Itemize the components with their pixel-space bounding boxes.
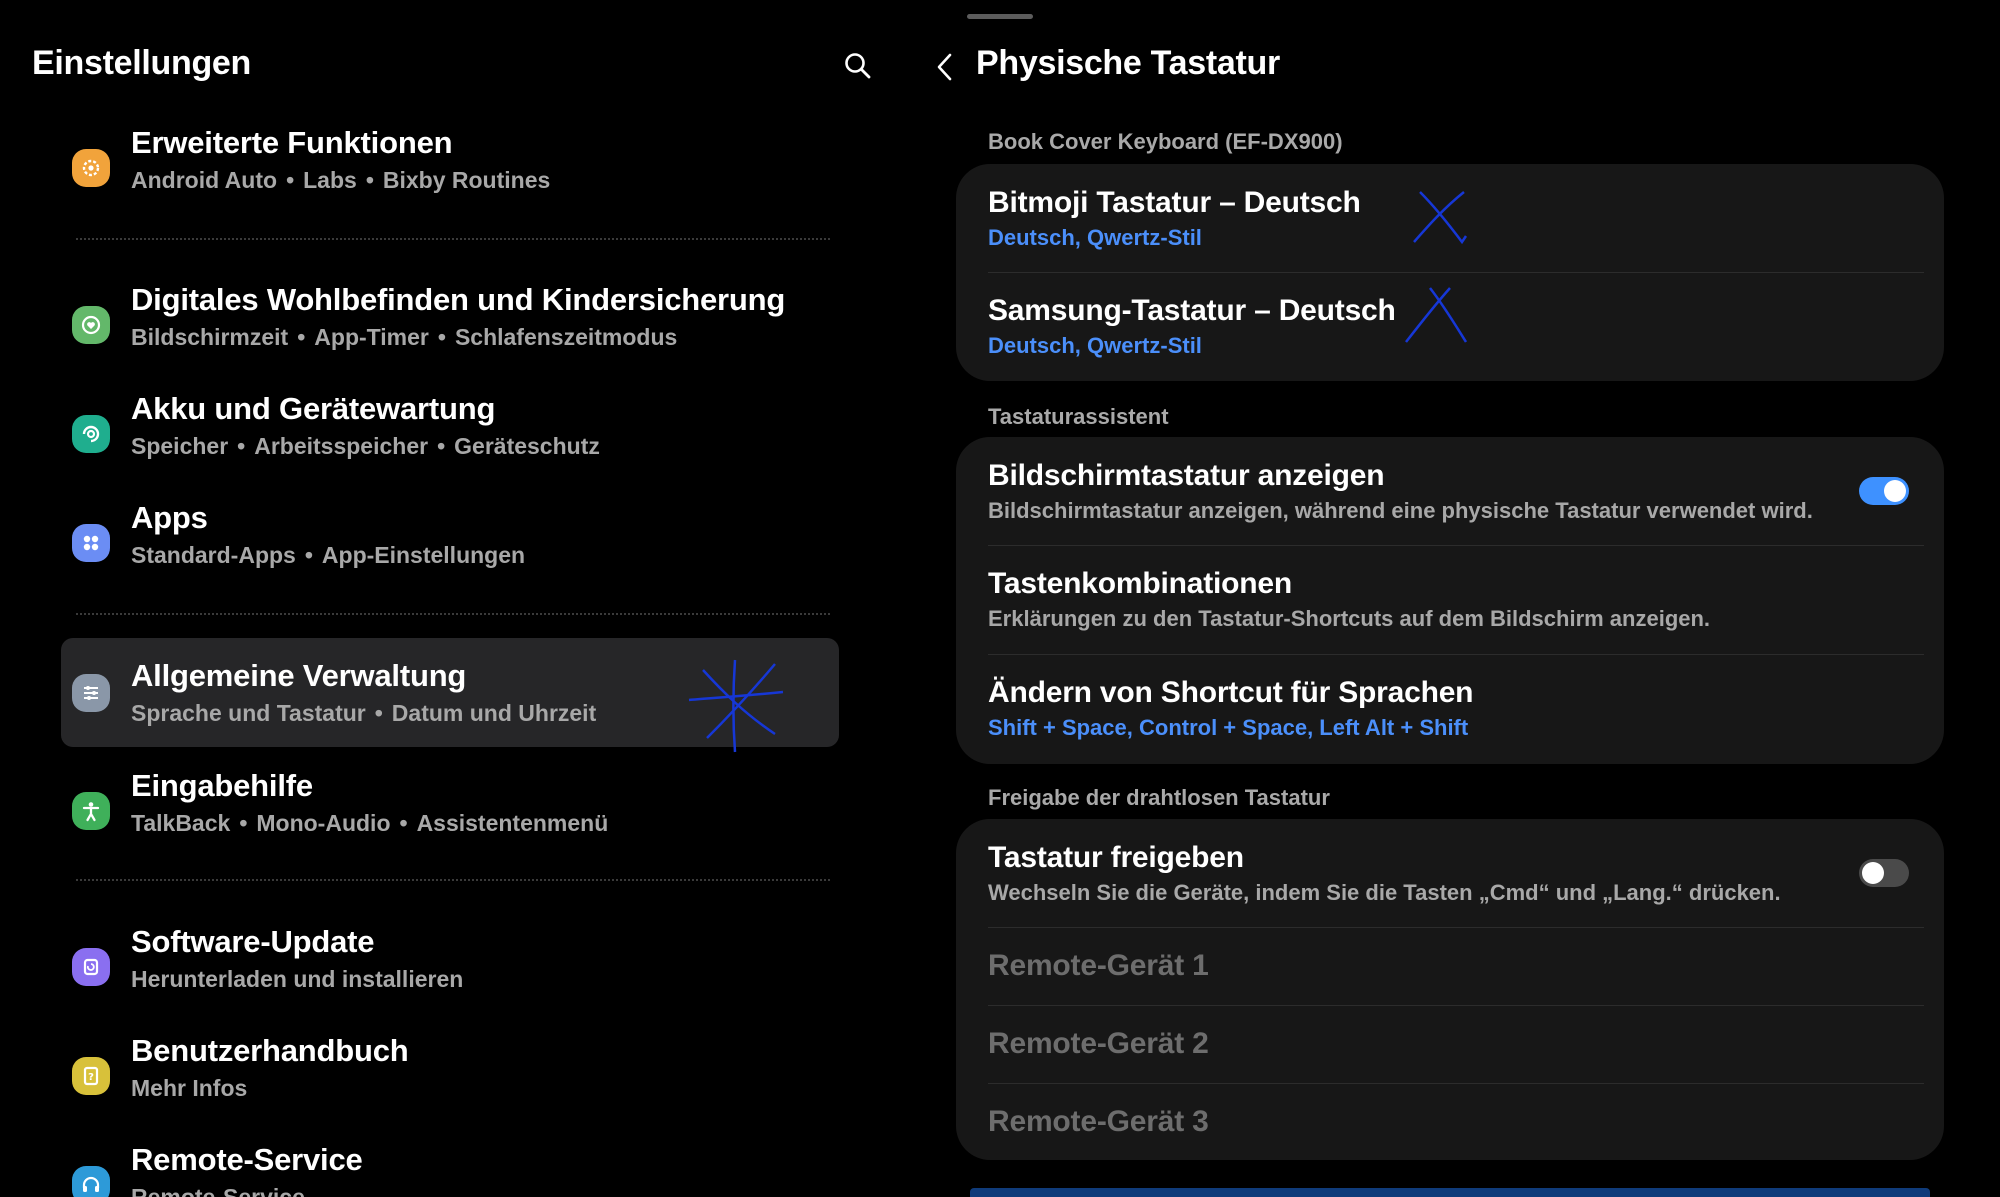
settings-item-digitales-wohlbefinden[interactable]: Digitales Wohlbefinden und Kindersicheru… (60, 272, 838, 376)
item-subtitle: Mehr Infos (131, 1075, 248, 1101)
row-title: Ändern von Shortcut für Sprachen (988, 676, 1474, 709)
item-subtitle: TalkBack • Mono-Audio • Assistentenmenü (131, 810, 609, 836)
item-title: Allgemeine Verwaltung (131, 658, 467, 693)
settings-item-erweiterte-funktionen[interactable]: Erweiterte Funktionen Android Auto • Labs •… (60, 115, 838, 219)
settings-item-eingabehilfe[interactable]: Eingabehilfe TalkBack • Mono-Audio • Assiste… (60, 758, 838, 862)
detail-page-title: Physische Tastatur (976, 44, 1280, 82)
grid-dots-icon (72, 524, 110, 562)
bottom-panel-edge (970, 1188, 1930, 1197)
pen-annotation-x-icon (1413, 191, 1468, 245)
settings-item-remote-service[interactable]: Remote-Service Remote-Service (60, 1132, 838, 1197)
row-show-onscreen-keyboard[interactable]: Bildschirmtastatur anzeigen Bildschirmta… (988, 459, 1924, 524)
row-subtitle: Erklärungen zu den Tastatur-Shortcuts au… (988, 606, 1711, 631)
split-drag-handle[interactable] (967, 14, 1033, 19)
section-divider (76, 238, 830, 240)
row-remote-device-3[interactable]: Remote-Gerät 3 (988, 1105, 1924, 1139)
update-icon (72, 948, 110, 986)
row-remote-device-2[interactable]: Remote-Gerät 2 (988, 1027, 1924, 1061)
row-keyboard-shortcuts[interactable]: Tastenkombinationen Erklärungen zu den T… (988, 567, 1924, 632)
settings-item-apps[interactable]: Apps Standard-Apps • App-Einstellungen (60, 490, 838, 594)
row-title: Remote-Gerät 3 (988, 1105, 1209, 1138)
headset-icon (72, 1166, 110, 1197)
row-language-shortcut[interactable]: Ändern von Shortcut für Sprachen Shift +… (988, 676, 1924, 741)
item-subtitle: Bildschirmzeit • App-Timer • Schlafenszeitmo… (131, 324, 678, 350)
item-subtitle: Sprache und Tastatur • Datum und Uhrzeit (131, 700, 597, 726)
item-title: Akku und Gerätewartung (131, 391, 496, 426)
section-label-device: Book Cover Keyboard (EF-DX900) (988, 129, 1343, 154)
page-title: Einstellungen (32, 44, 252, 82)
search-icon[interactable] (842, 50, 874, 82)
section-label-sharing: Freigabe der drahtlosen Tastatur (988, 785, 1330, 810)
svg-text:?: ? (88, 1072, 94, 1083)
row-subtitle: Shift + Space, Control + Space, Left Alt… (988, 715, 1469, 740)
row-remote-device-1[interactable]: Remote-Gerät 1 (988, 949, 1924, 983)
keyboard-assistant-card: Bildschirmtastatur anzeigen Bildschirmta… (956, 437, 1944, 764)
device-keyboards-card: Bitmoji Tastatur – Deutsch Deutsch, Qwer… (956, 164, 1944, 381)
row-title: Remote-Gerät 2 (988, 1027, 1209, 1060)
accessibility-icon (72, 792, 110, 830)
sliders-icon (72, 674, 110, 712)
row-share-keyboard[interactable]: Tastatur freigeben Wechseln Sie die Gerä… (988, 841, 1924, 906)
item-subtitle: Android Auto • Labs • Bixby Routines (131, 167, 551, 193)
heart-circle-icon (72, 306, 110, 344)
settings-item-allgemeine-verwaltung[interactable]: Allgemeine Verwaltung Sprache und Tastat… (61, 638, 839, 753)
pen-annotation-x-icon (1405, 287, 1468, 343)
gear-plus-icon (72, 149, 110, 187)
item-subtitle: Remote-Service (131, 1184, 305, 1197)
item-title: Remote-Service (131, 1142, 363, 1177)
section-divider (76, 613, 830, 615)
item-title: Digitales Wohlbefinden und Kindersicheru… (131, 282, 786, 317)
row-divider (988, 545, 1924, 546)
row-divider (988, 654, 1924, 655)
settings-item-benutzerhandbuch[interactable]: ? Benutzerhandbuch Mehr Infos (60, 1023, 838, 1127)
row-divider (988, 272, 1924, 273)
row-title: Tastatur freigeben (988, 841, 1244, 874)
row-subtitle: Wechseln Sie die Geräte, indem Sie die T… (988, 880, 1781, 905)
row-divider (988, 1083, 1924, 1084)
row-title: Tastenkombinationen (988, 567, 1293, 600)
keyboard-sharing-card: Tastatur freigeben Wechseln Sie die Gerä… (956, 819, 1944, 1160)
toggle-show-onscreen-keyboard[interactable] (1859, 477, 1909, 505)
item-title: Eingabehilfe (131, 768, 313, 803)
item-subtitle: Standard-Apps • App-Einstellungen (131, 542, 526, 568)
item-title: Software-Update (131, 924, 375, 959)
section-label-assistant: Tastaturassistent (988, 404, 1169, 429)
item-title: Apps (131, 500, 208, 535)
item-title: Benutzerhandbuch (131, 1033, 409, 1068)
refresh-circle-icon (72, 415, 110, 453)
book-question-icon: ? (72, 1057, 110, 1095)
section-divider (76, 879, 830, 881)
settings-screen: Einstellungen Erweiterte Funktionen Andr… (0, 0, 2000, 1197)
row-divider (988, 927, 1924, 928)
item-subtitle: Speicher • Arbeitsspeicher • Geräteschutz (131, 433, 600, 459)
toggle-share-keyboard[interactable] (1859, 859, 1909, 887)
settings-item-software-update[interactable]: Software-Update Herunterladen und instal… (60, 914, 838, 1018)
chevron-left-icon[interactable] (930, 50, 960, 84)
pen-annotation-star-icon (688, 659, 784, 753)
row-subtitle: Bildschirmtastatur anzeigen, während ein… (988, 498, 1813, 523)
row-title: Remote-Gerät 1 (988, 949, 1209, 982)
item-title: Erweiterte Funktionen (131, 125, 453, 160)
row-divider (988, 1005, 1924, 1006)
item-subtitle: Herunterladen und installieren (131, 966, 464, 992)
settings-item-akku-geraetewartung[interactable]: Akku und Gerätewartung Speicher • Arbeitss… (60, 381, 838, 485)
row-title: Bildschirmtastatur anzeigen (988, 459, 1385, 492)
